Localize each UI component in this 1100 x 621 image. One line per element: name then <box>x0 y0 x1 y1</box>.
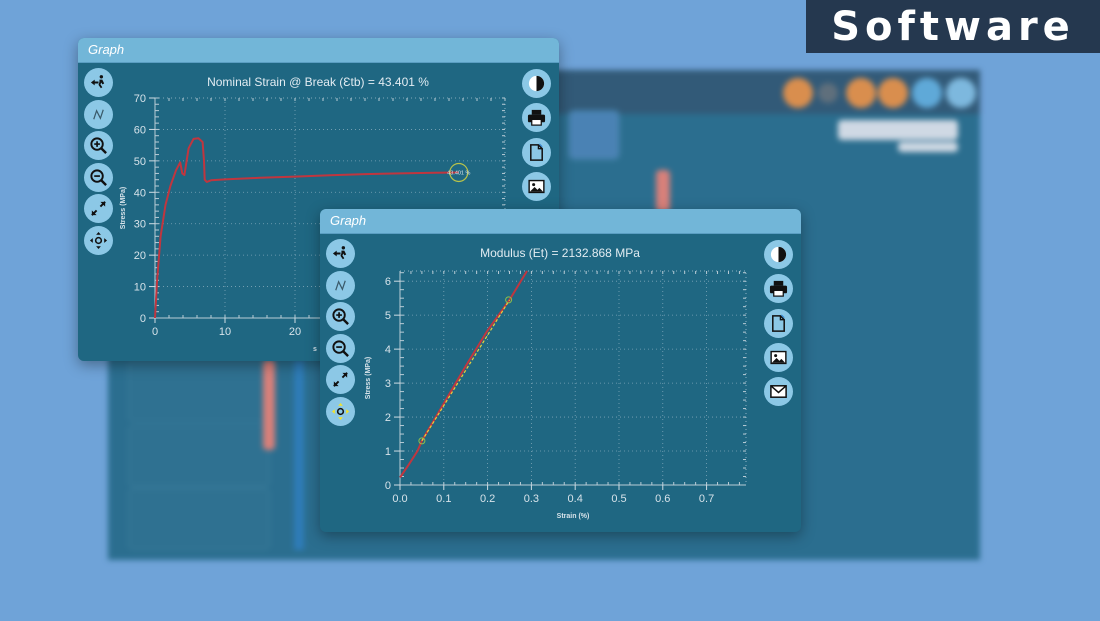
zoom-out-icon <box>89 168 108 187</box>
curve-button[interactable] <box>326 270 355 300</box>
contrast-icon <box>527 74 546 93</box>
x-tick-label: 0.5 <box>611 493 626 505</box>
y-tick-label: 0 <box>140 313 146 325</box>
x-tick-label: 10 <box>219 326 231 338</box>
background-button <box>818 83 838 103</box>
zoom-in-button[interactable] <box>326 302 355 331</box>
image-icon <box>527 177 546 196</box>
x-tick-label: 0.0 <box>392 493 407 505</box>
y-axis-label: Stress (MPa) <box>365 357 372 399</box>
y-tick-label: 6 <box>385 276 391 288</box>
image-icon <box>769 348 788 367</box>
background-label <box>838 120 958 140</box>
x-tick-label: 0.7 <box>699 493 714 505</box>
background-button <box>846 78 876 108</box>
curve-icon <box>331 276 350 295</box>
grid <box>399 270 747 486</box>
x-tick-label: 0.4 <box>568 493 583 505</box>
y-tick-label: 0 <box>385 480 391 492</box>
pan-button[interactable] <box>326 396 355 426</box>
modulus-plot[interactable]: 0.0 0.1 0.2 0.3 0.4 0.5 0.6 0.7 0 1 2 3 4 5 6 Stress (M… <box>350 261 760 532</box>
x-axis-label: Strain (%) <box>557 513 590 520</box>
expand-icon <box>89 199 108 218</box>
background-bar <box>263 360 275 450</box>
curve-button[interactable] <box>84 99 113 129</box>
image-button[interactable] <box>522 171 551 201</box>
printer-icon <box>769 279 788 298</box>
background-panel <box>568 110 620 160</box>
background-button <box>878 78 908 108</box>
series-line-1 <box>399 270 528 479</box>
zoom-out-button[interactable] <box>84 162 113 192</box>
graph-title: Nominal Strain @ Break (Ɛtb) = 43.401 % <box>207 75 429 89</box>
y-tick-label: 1 <box>385 446 391 458</box>
x-tick-label: 0.6 <box>655 493 670 505</box>
curve-icon <box>89 105 108 124</box>
y-tick-label: 40 <box>134 187 146 199</box>
background-button <box>912 78 942 108</box>
pan-icon <box>89 231 108 250</box>
expand-button[interactable] <box>84 194 113 223</box>
x-tick-label: 0.1 <box>436 493 451 505</box>
pan-button[interactable] <box>84 225 113 255</box>
x-tick-label: 20 <box>289 326 301 338</box>
zoom-in-icon <box>89 136 108 155</box>
background-label <box>898 142 958 152</box>
reset-view-icon <box>89 73 108 92</box>
contrast-button[interactable] <box>522 69 551 98</box>
background-panel <box>128 488 270 550</box>
x-axis-label: s <box>313 346 317 353</box>
x-tick-label: 0.2 <box>480 493 495 505</box>
brand-label: Software <box>831 3 1075 50</box>
document-icon <box>769 314 788 333</box>
printer-button[interactable] <box>764 274 793 304</box>
contrast-icon <box>769 245 788 264</box>
window-title: Graph <box>320 209 801 234</box>
graph-title: Modulus (Et) = 2132.868 MPa <box>480 246 640 260</box>
expand-button[interactable] <box>326 365 355 394</box>
image-button[interactable] <box>764 342 793 372</box>
zoom-in-icon <box>331 307 350 326</box>
mail-button[interactable] <box>764 377 793 407</box>
zoom-out-icon <box>331 339 350 358</box>
contrast-button[interactable] <box>764 240 793 269</box>
y-tick-label: 4 <box>385 344 391 356</box>
background-button <box>783 78 813 108</box>
document-icon <box>527 143 546 162</box>
x-tick-label: 0 <box>152 326 158 338</box>
y-tick-label: 3 <box>385 378 391 390</box>
y-tick-label: 50 <box>134 156 146 168</box>
graph-window-modulus: Graph Modulus (Et) = 2132.868 MPa 0.0 0.1… <box>320 209 801 532</box>
background-panel <box>128 425 270 487</box>
x-tick-label: 0.3 <box>524 493 539 505</box>
document-button[interactable] <box>522 137 551 167</box>
reset-view-button[interactable] <box>326 239 355 268</box>
reset-view-button[interactable] <box>84 68 113 97</box>
y-tick-label: 20 <box>134 250 146 262</box>
expand-icon <box>331 370 350 389</box>
y-axis-label: Stress (MPa) <box>120 187 127 229</box>
break-point-label: 43.401 % <box>447 170 470 176</box>
background-stripe <box>294 360 304 550</box>
y-tick-label: 70 <box>134 93 146 105</box>
plot-frame <box>399 270 747 486</box>
printer-button[interactable] <box>522 103 551 133</box>
y-tick-label: 5 <box>385 310 391 322</box>
mail-icon <box>769 382 788 401</box>
background-panel <box>128 360 270 422</box>
brand-banner: Software <box>806 0 1100 53</box>
window-title: Graph <box>78 38 559 63</box>
printer-icon <box>527 108 546 127</box>
y-tick-label: 2 <box>385 412 391 424</box>
zoom-in-button[interactable] <box>84 131 113 160</box>
pan-icon <box>331 402 350 421</box>
background-button <box>946 78 976 108</box>
y-tick-label: 10 <box>134 282 146 294</box>
y-tick-label: 60 <box>134 124 146 136</box>
zoom-out-button[interactable] <box>326 333 355 363</box>
reset-view-icon <box>331 244 350 263</box>
y-tick-label: 30 <box>134 219 146 231</box>
document-button[interactable] <box>764 308 793 338</box>
background-bar <box>656 170 670 212</box>
